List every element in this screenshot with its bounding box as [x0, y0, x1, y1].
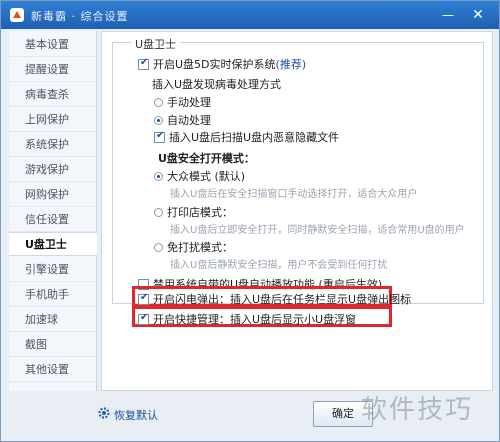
no-disturb-label: 免打扰模式：	[167, 241, 233, 254]
sidebar-item-label: 系统保护	[25, 138, 69, 151]
sidebar-item-screenshot[interactable]: 截图	[9, 333, 97, 357]
sidebar-item-label: 提醒设置	[25, 63, 69, 76]
manual-handle-option[interactable]: 手动处理	[154, 94, 211, 110]
realtime-protect-option[interactable]: 开启U盘5D实时保护系统(推荐)	[138, 56, 306, 72]
group-title: U盘卫士	[131, 36, 181, 52]
sidebar-item-label: 游戏保护	[25, 163, 69, 176]
sidebar-item-phone-assistant[interactable]: 手机助手	[9, 283, 97, 307]
no-disturb-radio[interactable]	[154, 243, 163, 252]
manual-handle-label: 手动处理	[167, 96, 211, 109]
sidebar-item-game-protect[interactable]: 游戏保护	[9, 158, 97, 182]
gear-icon	[98, 407, 110, 419]
print-mode-label: 打印店模式：	[167, 206, 233, 219]
sidebar-item-label: 病毒查杀	[25, 88, 69, 101]
title-bar: 新毒霸 · 综合设置 — ✕	[1, 1, 499, 29]
scan-hidden-checkbox[interactable]	[154, 130, 165, 143]
sidebar-item-virus-scan[interactable]: 病毒查杀	[9, 83, 97, 107]
sidebar-item-reminder[interactable]: 提醒设置	[9, 58, 97, 82]
sidebar-item-engine[interactable]: 引擎设置	[9, 258, 97, 282]
realtime-protect-label: 开启U盘5D实时保护系统	[153, 58, 276, 71]
sidebar-item-label: 其他设置	[25, 363, 69, 376]
settings-panel: U盘卫士 开启U盘5D实时保护系统(推荐) 插入U盘发现病毒处理方式 手动处理 …	[101, 31, 493, 391]
sidebar-item-label: 上网保护	[25, 113, 69, 126]
print-mode-description: 插入U盘后立即安全打开，同时静默安全扫描，适合常用U盘的用户	[170, 225, 465, 236]
sidebar-item-basic[interactable]: 基本设置	[9, 33, 97, 57]
sidebar-item-other[interactable]: 其他设置	[9, 358, 97, 382]
mass-mode-description: 插入U盘后在安全扫描窗口手动选择打开，适合大众用户	[170, 189, 418, 200]
flash-popup-option[interactable]: 开启闪电弹出：插入U盘后在任务栏显示U盘弹出图标	[138, 291, 411, 307]
sidebar-item-label: 网购保护	[25, 188, 69, 201]
no-disturb-description: 插入U盘后静默安全扫描，用户不会受到任何打扰	[170, 260, 388, 271]
recommended-tag: (推荐)	[275, 58, 307, 71]
watermark-text: 软件技巧	[361, 395, 474, 425]
sidebar-item-label: 手机助手	[25, 288, 69, 301]
restore-defaults-link[interactable]: 恢复默认	[114, 407, 158, 423]
safe-open-heading: U盘安全打开模式：	[158, 152, 255, 165]
no-disturb-option[interactable]: 免打扰模式：	[154, 239, 233, 255]
settings-window: 新毒霸 · 综合设置 — ✕ 基本设置 提醒设置 病毒查杀 上网保护 系统保护 …	[0, 0, 500, 442]
auto-handle-label: 自动处理	[167, 114, 211, 127]
mass-mode-label: 大众模式 (默认)	[167, 170, 246, 183]
scan-hidden-option[interactable]: 插入U盘后扫描U盘内恶意隐藏文件	[154, 129, 339, 145]
auto-handle-radio[interactable]	[154, 116, 163, 125]
settings-sidebar: 基本设置 提醒设置 病毒查杀 上网保护 系统保护 游戏保护 网购保护 信任设置 …	[9, 31, 97, 391]
sidebar-item-trust[interactable]: 信任设置	[9, 208, 97, 232]
manual-handle-radio[interactable]	[154, 98, 163, 107]
sidebar-item-web-protect[interactable]: 上网保护	[9, 108, 97, 132]
sidebar-item-label: 引擎设置	[25, 263, 69, 276]
mass-mode-option[interactable]: 大众模式 (默认)	[154, 168, 245, 184]
auto-handle-option[interactable]: 自动处理	[154, 112, 211, 128]
flash-popup-label: 开启闪电弹出：插入U盘后在任务栏显示U盘弹出图标	[153, 293, 412, 306]
sidebar-item-shopping-protect[interactable]: 网购保护	[9, 183, 97, 207]
sidebar-item-speed-ball[interactable]: 加速球	[9, 308, 97, 332]
app-logo-icon	[10, 8, 24, 22]
realtime-protect-checkbox[interactable]	[138, 57, 149, 70]
scan-hidden-label: 插入U盘后扫描U盘内恶意隐藏文件	[169, 131, 340, 144]
quick-manage-option[interactable]: 开启快捷管理：插入U盘后显示小U盘浮窗	[138, 311, 356, 327]
flash-popup-checkbox[interactable]	[138, 292, 149, 305]
virus-handling-heading: 插入U盘发现病毒处理方式	[152, 78, 282, 91]
print-mode-option[interactable]: 打印店模式：	[154, 204, 233, 220]
mass-mode-radio[interactable]	[154, 172, 163, 181]
sidebar-item-label: 基本设置	[25, 38, 69, 51]
quick-manage-label: 开启快捷管理：插入U盘后显示小U盘浮窗	[153, 313, 357, 326]
print-mode-radio[interactable]	[154, 208, 163, 217]
sidebar-item-label: U盘卫士	[25, 238, 67, 251]
window-title: 新毒霸 · 综合设置	[31, 10, 129, 23]
sidebar-item-label: 截图	[25, 338, 47, 351]
close-button[interactable]: ✕	[467, 5, 489, 25]
quick-manage-checkbox[interactable]	[138, 312, 149, 325]
sidebar-item-label: 信任设置	[25, 213, 69, 226]
minimize-button[interactable]: —	[437, 5, 459, 25]
sidebar-item-usb-guard[interactable]: U盘卫士	[9, 232, 97, 256]
sidebar-item-label: 加速球	[25, 313, 58, 326]
sidebar-item-system-protect[interactable]: 系统保护	[9, 133, 97, 157]
